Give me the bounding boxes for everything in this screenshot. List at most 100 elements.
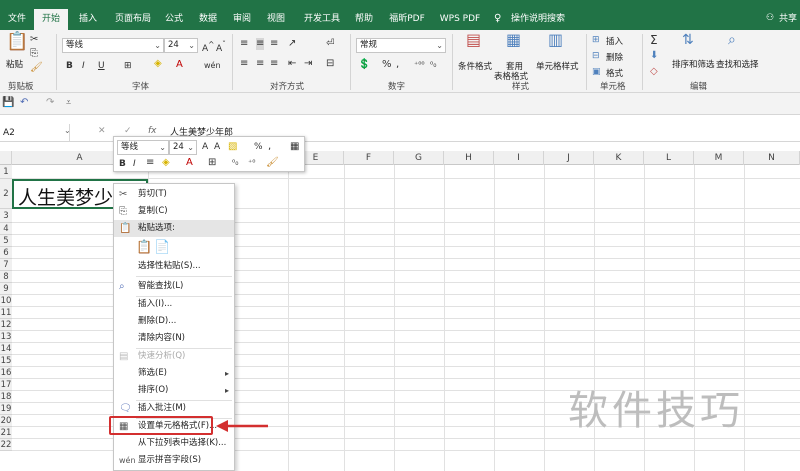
increase-decimal-icon[interactable]: ⁺⁰	[248, 157, 255, 169]
column-header[interactable]: K	[594, 151, 644, 165]
share-button[interactable]: 共享	[776, 9, 800, 30]
tab-developer[interactable]: 开发工具	[298, 9, 346, 30]
undo-icon[interactable]: ↶	[20, 97, 28, 109]
decrease-font-icon[interactable]: A	[214, 141, 220, 153]
fill-color-icon[interactable]: ◈	[154, 58, 162, 70]
select-all-corner[interactable]	[0, 151, 12, 165]
tell-me-search[interactable]: 操作说明搜索	[510, 9, 566, 30]
menu-sort[interactable]: 排序(O) ▸	[114, 382, 234, 399]
fill-color-icon[interactable]: ◈	[162, 157, 170, 169]
clear-icon[interactable]: ◇	[650, 66, 658, 78]
cancel-icon[interactable]: ✕	[98, 126, 106, 136]
chevron-down-icon[interactable]: ⌄	[64, 126, 71, 135]
wrap-text-icon[interactable]: ⏎	[326, 38, 334, 50]
indent-icon[interactable]: ⇤	[288, 58, 296, 70]
scissors-icon[interactable]: ✂	[30, 34, 38, 46]
menu-clear-contents[interactable]: 清除内容(N)	[114, 330, 234, 347]
conditional-format-button[interactable]: 条件格式	[458, 60, 492, 72]
menu-copy[interactable]: ⎘ 复制(C)	[114, 203, 234, 220]
enter-icon[interactable]: ✓	[124, 126, 132, 136]
tab-insert[interactable]: 插入	[74, 9, 102, 30]
menu-cut[interactable]: ✂ 剪切(T)	[114, 186, 234, 203]
currency-icon[interactable]: 💲	[358, 59, 370, 71]
row-header[interactable]: 13	[0, 331, 12, 343]
bold-icon[interactable]: B	[66, 60, 73, 72]
format-cells-icon[interactable]: ▣	[592, 66, 601, 78]
number-format-combo[interactable]: 常规 ⌄	[356, 38, 446, 53]
tab-data[interactable]: 数据	[194, 9, 222, 30]
decrease-decimal-icon[interactable]: ⁰₀	[430, 59, 436, 71]
font-size-combo[interactable]: 24 ⌄	[164, 38, 198, 53]
row-header[interactable]: 3	[0, 209, 12, 223]
function-icon[interactable]: fx	[148, 126, 157, 136]
menu-delete[interactable]: 删除(D)...	[114, 313, 234, 330]
menu-insert[interactable]: 插入(I)...	[114, 296, 234, 313]
row-header[interactable]: 7	[0, 259, 12, 271]
menu-show-phonetic[interactable]: wén 显示拼音字段(S)	[114, 452, 234, 469]
column-header[interactable]: G	[394, 151, 444, 165]
save-icon[interactable]: 💾	[2, 97, 14, 109]
find-select-icon[interactable]: ⌕	[728, 33, 736, 47]
column-header[interactable]: L	[644, 151, 694, 165]
menu-smart-lookup[interactable]: ⌕ 智能查找(L)	[114, 278, 234, 295]
format-cells-button[interactable]: 格式	[606, 67, 623, 79]
column-header[interactable]: H	[444, 151, 494, 165]
row-header[interactable]: 12	[0, 319, 12, 331]
increase-font-icon[interactable]: A	[202, 141, 208, 153]
comma-icon[interactable]: ,	[396, 59, 399, 71]
row-header[interactable]: 8	[0, 271, 12, 283]
row-header[interactable]: 16	[0, 367, 12, 379]
row-header[interactable]: 19	[0, 403, 12, 415]
column-header[interactable]: F	[344, 151, 394, 165]
increase-font-icon[interactable]: A^	[202, 39, 214, 55]
mini-percent-icon[interactable]: %	[254, 141, 263, 153]
find-select-button[interactable]: 查找和选择	[716, 58, 759, 70]
borders-icon[interactable]: ⊞	[124, 60, 132, 72]
italic-icon[interactable]: I	[133, 158, 136, 170]
menu-insert-comment[interactable]: 🗨 插入批注(M)	[114, 400, 234, 417]
cell-styles-button[interactable]: 单元格样式	[536, 60, 579, 72]
align-left-icon[interactable]: ≡	[240, 58, 248, 70]
tab-help[interactable]: 帮助	[350, 9, 378, 30]
align-center-icon[interactable]: ≡	[256, 58, 264, 70]
paste-icon[interactable]: 📋	[6, 33, 28, 51]
row-header[interactable]: 2	[0, 179, 12, 209]
align-middle-icon[interactable]: ≡	[256, 38, 265, 50]
borders-icon[interactable]: ⊞	[208, 157, 216, 169]
number-format-icon[interactable]: ▧	[228, 141, 237, 153]
align-top-icon[interactable]: ≡	[240, 38, 248, 50]
font-color-icon[interactable]: A	[186, 157, 193, 169]
increase-decimal-icon[interactable]: ⁺⁰⁰	[414, 59, 425, 71]
name-box[interactable]: A2	[0, 124, 70, 142]
conditional-format-icon[interactable]: ▤	[466, 32, 481, 48]
delete-cells-icon[interactable]: ⊟	[592, 50, 600, 62]
row-header[interactable]: 17	[0, 379, 12, 391]
row-header[interactable]: 21	[0, 427, 12, 439]
column-header[interactable]: M	[694, 151, 744, 165]
menu-filter[interactable]: 筛选(E) ▸	[114, 365, 234, 382]
orientation-icon[interactable]: ↗	[288, 38, 296, 50]
customize-qat-icon[interactable]: ⩡	[66, 97, 71, 109]
outdent-icon[interactable]: ⇥	[304, 58, 312, 70]
tab-home[interactable]: 开始	[34, 9, 68, 30]
row-header[interactable]: 22	[0, 439, 12, 451]
menu-paste-options[interactable]: 📋 粘贴选项:	[114, 220, 234, 237]
row-header[interactable]: 9	[0, 283, 12, 295]
redo-icon[interactable]: ↷	[46, 97, 54, 109]
row-header[interactable]: 15	[0, 355, 12, 367]
row-header[interactable]: 14	[0, 343, 12, 355]
row-header[interactable]: 5	[0, 235, 12, 247]
tab-view[interactable]: 视图	[262, 9, 290, 30]
decrease-decimal-icon[interactable]: ⁰₀	[232, 157, 238, 169]
sort-filter-button[interactable]: 排序和筛选	[672, 58, 715, 70]
format-painter-icon[interactable]: 🖌	[266, 157, 279, 169]
decrease-font-icon[interactable]: Aˇ	[216, 39, 226, 55]
sort-filter-icon[interactable]: ⇅	[682, 33, 694, 47]
row-header[interactable]: 6	[0, 247, 12, 259]
column-header[interactable]: I	[494, 151, 544, 165]
format-table-icon[interactable]: ▦	[290, 141, 299, 153]
tab-page-layout[interactable]: 页面布局	[108, 9, 158, 30]
row-header[interactable]: 4	[0, 223, 12, 235]
menu-paste-special[interactable]: 选择性粘贴(S)...	[114, 258, 234, 275]
align-right-icon[interactable]: ≡	[270, 58, 278, 70]
